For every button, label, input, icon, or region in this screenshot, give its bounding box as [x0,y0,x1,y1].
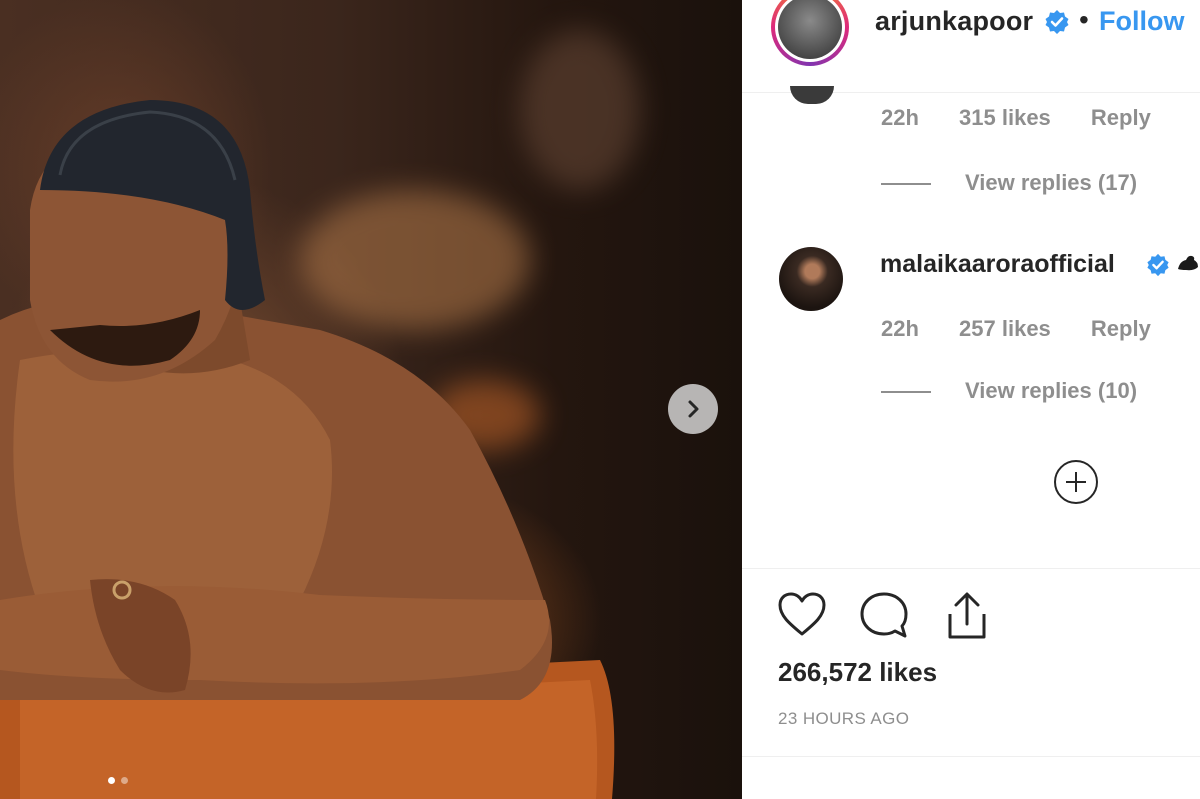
section-divider [742,756,1200,757]
chevron-right-icon [688,400,699,418]
author-username[interactable]: arjunkapoor [875,6,1033,37]
share-icon[interactable] [942,590,992,642]
comment-likes[interactable]: 315 likes [959,105,1051,130]
view-replies-label: View replies (17) [965,170,1138,195]
carousel-dot [121,777,128,784]
replies-divider [881,183,931,186]
carousel-dot-active [108,777,115,784]
post-timestamp: 23 HOURS AGO [778,709,910,728]
verified-badge-icon [1147,253,1169,277]
load-more-comments-button[interactable] [1054,460,1098,504]
comment-meta: 22h 315 likes Reply [881,105,1185,131]
comment-meta: 22h 257 likes Reply [881,316,1185,342]
like-count[interactable]: 266,572 likes [778,657,937,688]
comment-bubble-icon[interactable] [857,590,911,640]
post-sidebar: arjunkapoor • Follow 22h 315 likes Reply… [742,0,1200,799]
section-divider [742,568,1200,569]
muscle-emoji-icon [1178,255,1198,271]
commenter-avatar[interactable] [779,247,843,311]
carousel-indicator [108,777,128,784]
view-replies-label: View replies (10) [965,378,1138,403]
person-figure [0,100,615,799]
author-avatar[interactable] [771,0,849,66]
commenter-avatar[interactable] [790,86,834,104]
post-header: arjunkapoor • Follow [742,0,1200,93]
reply-button[interactable]: Reply [1091,316,1151,341]
verified-badge-icon [1045,10,1069,34]
heart-icon[interactable] [776,590,828,638]
header-separator: • [1079,4,1089,35]
comment-time: 22h [881,316,919,341]
comment-time: 22h [881,105,919,130]
view-replies-button[interactable]: View replies (17) [881,170,1137,196]
comment-likes[interactable]: 257 likes [959,316,1051,341]
reply-button[interactable]: Reply [1091,105,1151,130]
commenter-username[interactable]: malaikaaroraofficial [880,250,1115,279]
post-photo[interactable] [0,0,742,799]
view-replies-button[interactable]: View replies (10) [881,378,1137,404]
replies-divider [881,391,931,394]
follow-button[interactable]: Follow [1099,6,1184,37]
carousel-next-button[interactable] [668,384,718,434]
